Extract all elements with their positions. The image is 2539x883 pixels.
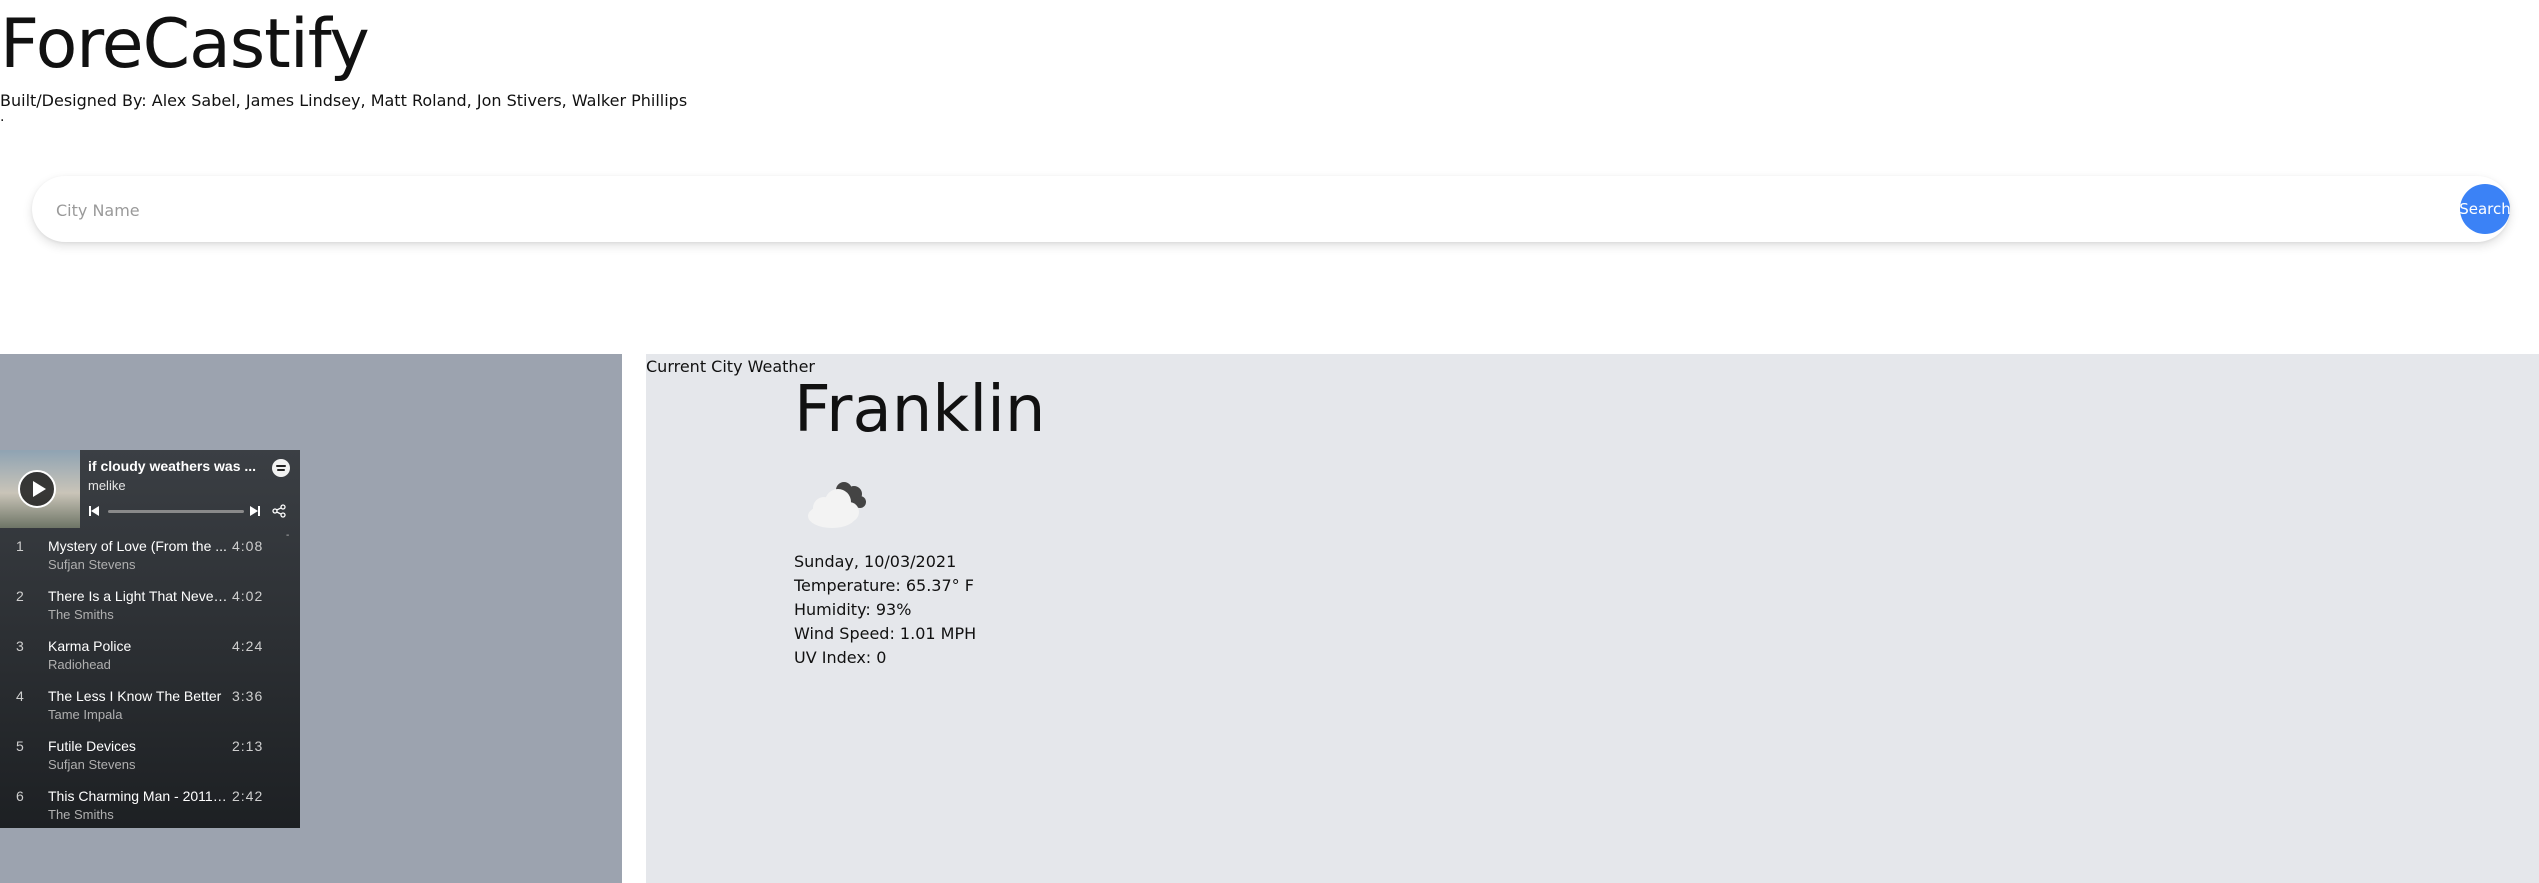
progress-bar[interactable] — [108, 510, 244, 513]
track-title: Karma Police — [48, 638, 132, 654]
playlist-cover-art — [0, 450, 80, 528]
track-duration: 4:08 — [232, 538, 264, 554]
track-number: 3 — [16, 638, 24, 654]
track-duration: 2:42 — [232, 788, 264, 804]
cloudy-icon — [808, 482, 866, 528]
track-duration: 2:13 — [232, 738, 264, 754]
track-row[interactable]: 6 This Charming Man - 2011 ... The Smith… — [0, 780, 300, 828]
track-title: Mystery of Love (From the ... — [48, 538, 227, 554]
track-row[interactable]: 1 Mystery of Love (From the ... Sufjan S… — [0, 530, 300, 580]
play-icon[interactable] — [18, 470, 56, 508]
share-icon[interactable] — [272, 504, 286, 518]
app-title: ForeCastify — [0, 5, 370, 84]
track-row[interactable]: 4 The Less I Know The Better Tame Impala… — [0, 680, 300, 730]
track-artist[interactable]: Sufjan Stevens — [48, 557, 135, 572]
section-label: Current City Weather — [646, 357, 815, 376]
track-number: 4 — [16, 688, 24, 704]
weather-uv-index: UV Index: 0 — [794, 648, 887, 667]
stray-mark: . — [0, 109, 5, 125]
track-artist[interactable]: Tame Impala — [48, 707, 122, 722]
track-number: 6 — [16, 788, 24, 804]
city-search-input[interactable] — [54, 191, 2438, 229]
next-track-icon[interactable] — [249, 505, 261, 517]
track-row[interactable]: 5 Futile Devices Sufjan Stevens 2:13 — [0, 730, 300, 780]
track-duration: 4:24 — [232, 638, 264, 654]
track-title: There Is a Light That Never... — [48, 588, 228, 604]
weather-wind-speed: Wind Speed: 1.01 MPH — [794, 624, 977, 643]
spotify-header: if cloudy weathers was ... melike — [0, 450, 300, 528]
search-bar: Search — [32, 176, 2511, 242]
weather-humidity: Humidity: 93% — [794, 600, 912, 619]
weather-date: Sunday, 10/03/2021 — [794, 552, 957, 571]
spotify-embed: if cloudy weathers was ... melike - 1 My… — [0, 450, 300, 828]
previous-track-icon[interactable] — [88, 505, 100, 517]
track-row[interactable]: 3 Karma Police Radiohead 4:24 — [0, 630, 300, 680]
track-number: 2 — [16, 588, 24, 604]
track-duration: 4:02 — [232, 588, 264, 604]
weather-details: Sunday, 10/03/2021 Temperature: 65.37° F… — [794, 550, 976, 670]
playlist-owner[interactable]: melike — [88, 478, 126, 493]
playlist-title[interactable]: if cloudy weathers was ... — [88, 458, 258, 474]
track-row[interactable]: 2 There Is a Light That Never... The Smi… — [0, 580, 300, 630]
search-button[interactable]: Search — [2459, 184, 2511, 234]
track-artist[interactable]: Sufjan Stevens — [48, 757, 135, 772]
track-artist[interactable]: The Smiths — [48, 607, 114, 622]
track-title: This Charming Man - 2011 ... — [48, 788, 228, 804]
track-artist[interactable]: The Smiths — [48, 807, 114, 822]
track-number: 5 — [16, 738, 24, 754]
track-duration: 3:36 — [232, 688, 264, 704]
city-name: Franklin — [794, 373, 1046, 447]
track-title: The Less I Know The Better — [48, 688, 222, 704]
spotify-logo-icon[interactable] — [272, 459, 290, 477]
track-number: 1 — [16, 538, 24, 554]
weather-temperature: Temperature: 65.37° F — [794, 576, 974, 595]
weather-panel: Current City Weather Franklin Sunday, 10… — [646, 354, 2539, 883]
track-title: Futile Devices — [48, 738, 136, 754]
music-panel: if cloudy weathers was ... melike - 1 My… — [0, 354, 622, 883]
track-list: 1 Mystery of Love (From the ... Sufjan S… — [0, 530, 300, 828]
track-artist[interactable]: Radiohead — [48, 657, 111, 672]
credits-text: Built/Designed By: Alex Sabel, James Lin… — [0, 91, 688, 110]
